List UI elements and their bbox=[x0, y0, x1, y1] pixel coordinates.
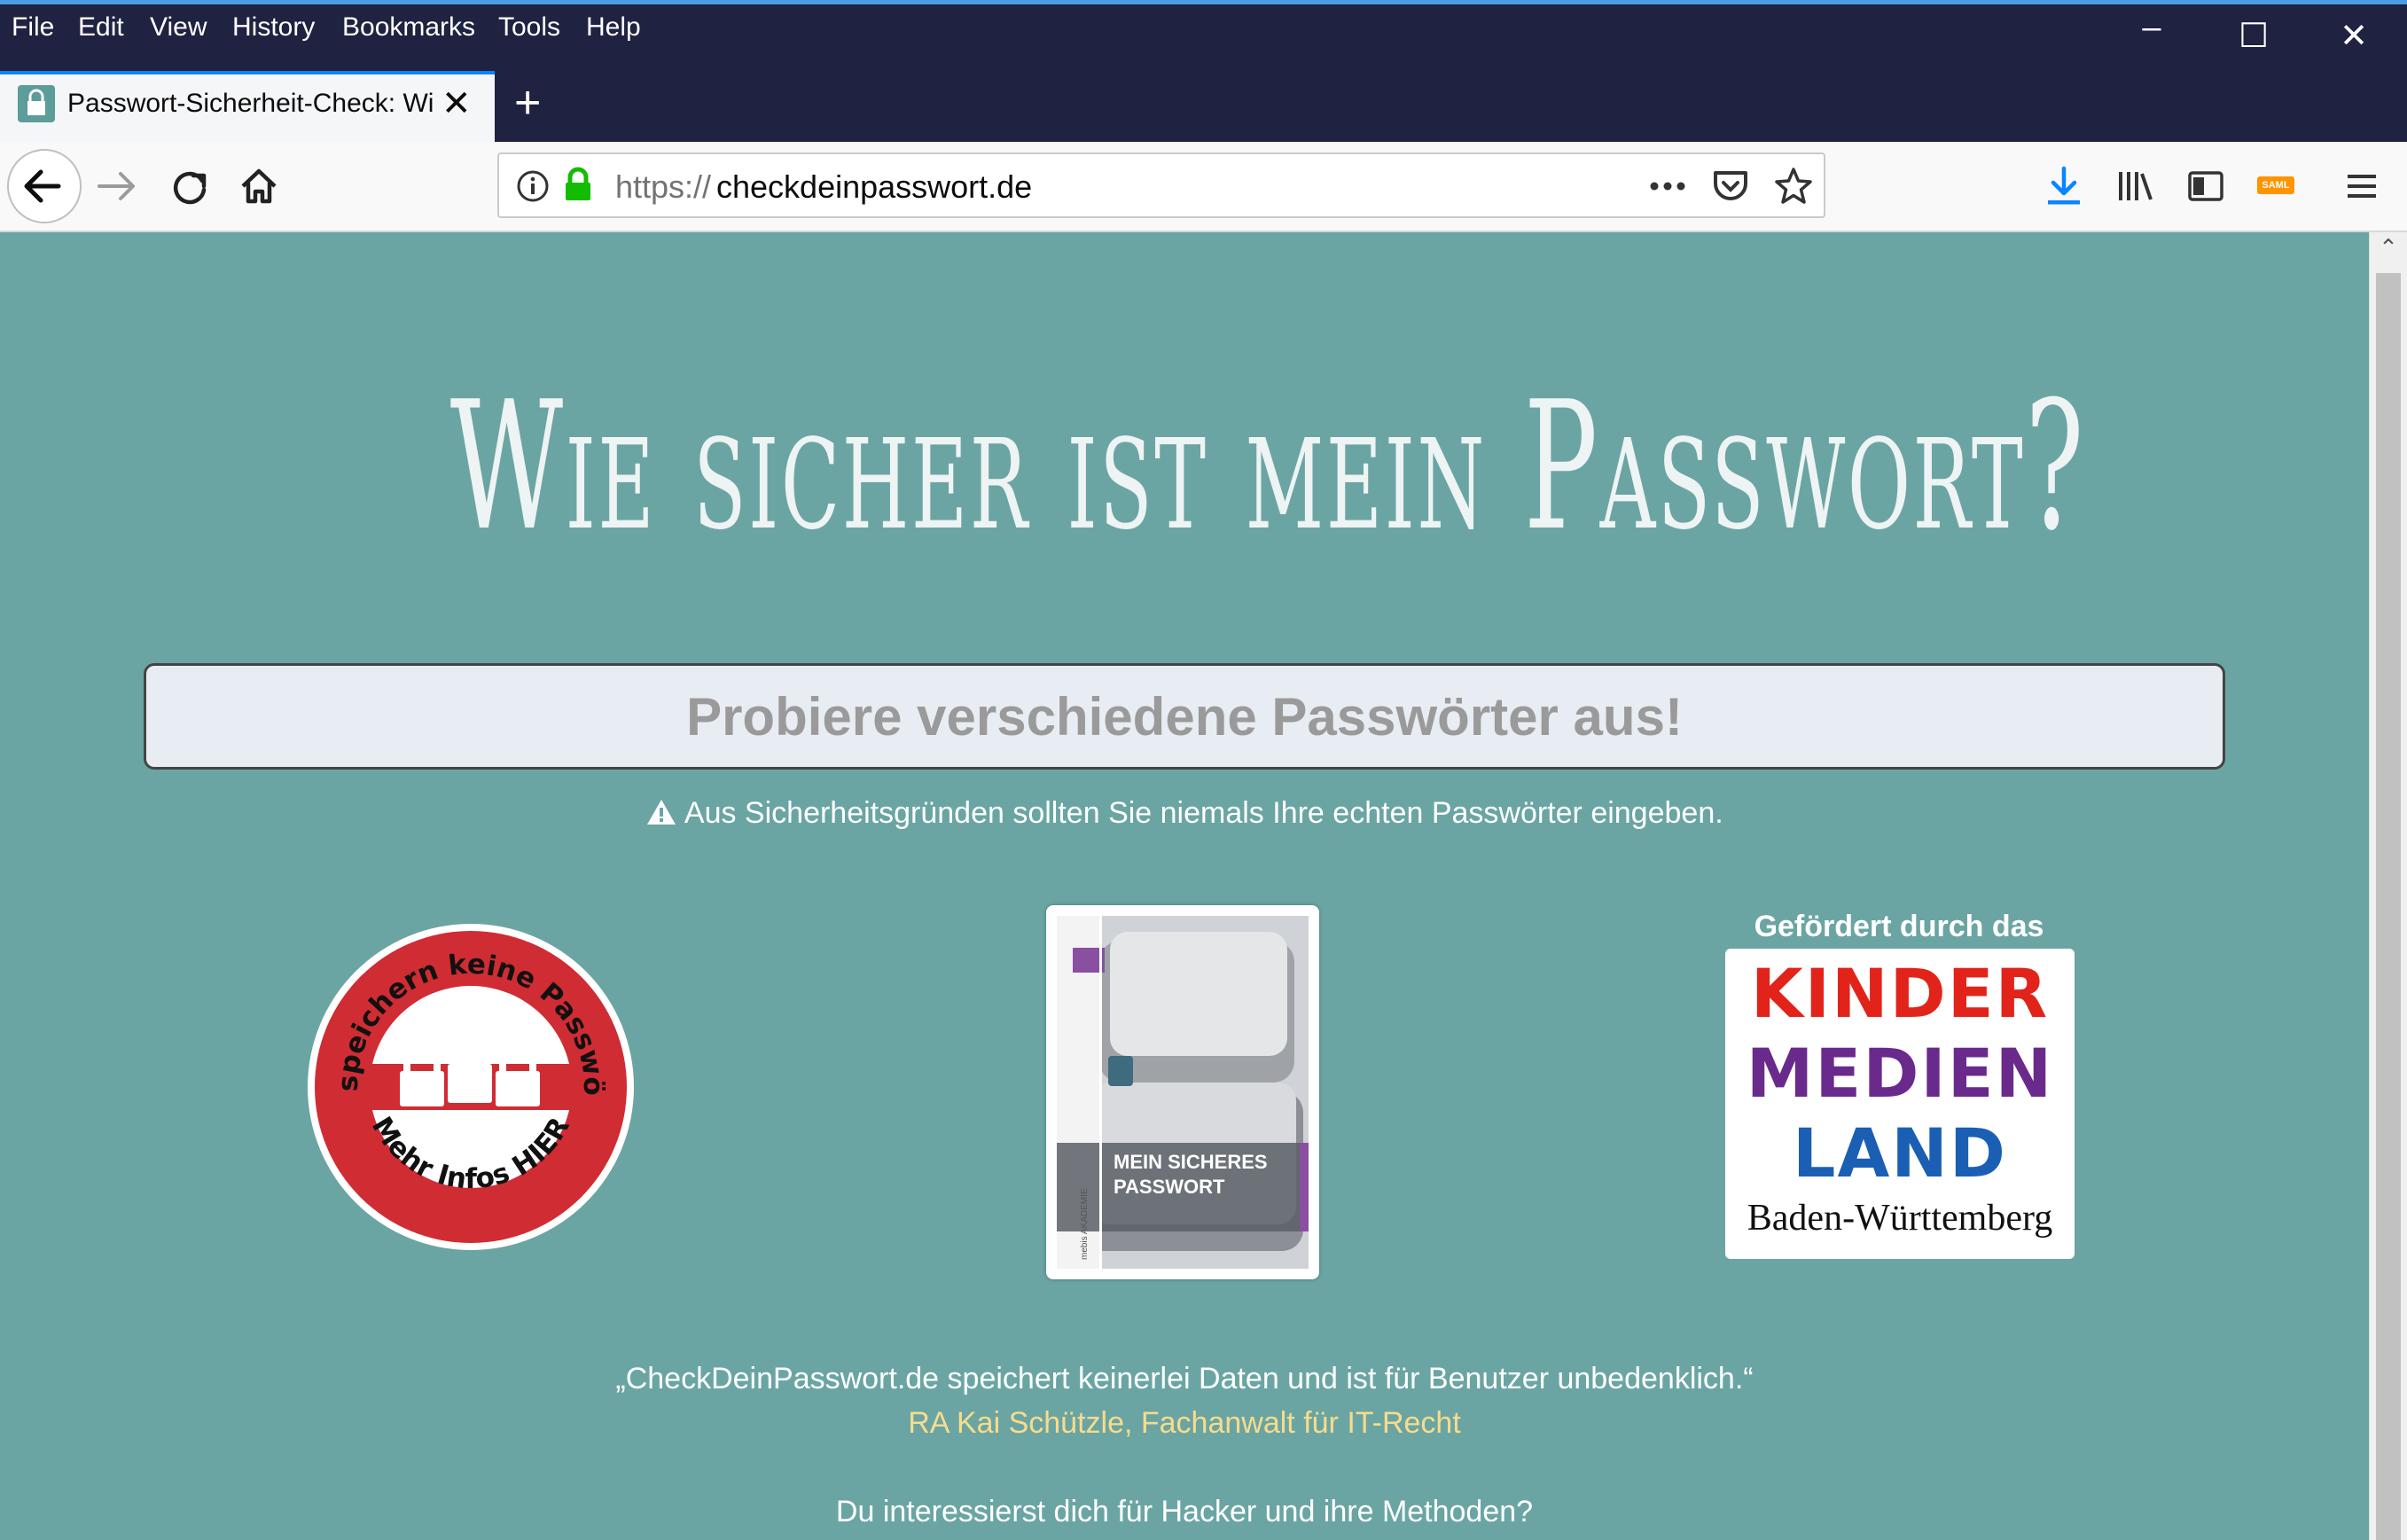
minimize-button[interactable]: – bbox=[2125, 9, 2178, 47]
logo-line-medien: MEDIEN bbox=[1746, 1034, 2054, 1113]
scrollbar-thumb[interactable] bbox=[2376, 273, 2401, 1540]
page-title: Wie sicher ist mein Passwort? bbox=[449, 364, 2087, 570]
security-warning: Aus Sicherheitsgründen sollten Sie niema… bbox=[0, 796, 2369, 831]
saml-icon[interactable]: SAML bbox=[2257, 176, 2294, 194]
menu-icon[interactable] bbox=[2344, 167, 2380, 210]
tab-close-icon[interactable]: ✕ bbox=[442, 83, 472, 124]
lock-icon[interactable] bbox=[560, 167, 596, 207]
maximize-button[interactable]: ☐ bbox=[2227, 16, 2280, 56]
new-tab-button[interactable]: + bbox=[514, 76, 541, 129]
menu-view[interactable]: View bbox=[150, 12, 207, 43]
back-button[interactable] bbox=[7, 149, 82, 223]
logo-line-baden-wuerttemberg: Baden-Württemberg bbox=[1747, 1198, 2053, 1239]
book-cover-mein-sicheres-passwort[interactable]: MEIN SICHERES PASSWORT mebis AKADEMIE bbox=[1046, 905, 1319, 1279]
tab-favicon-lock-icon bbox=[18, 85, 55, 122]
tab-title: Passwort-Sicherheit-Check: Wie sicher is… bbox=[67, 89, 434, 118]
more-icon[interactable] bbox=[1647, 168, 1688, 208]
menu-tools[interactable]: Tools bbox=[498, 12, 560, 43]
home-icon[interactable] bbox=[236, 163, 282, 214]
book-title-line1: MEIN SICHERES bbox=[1114, 1151, 1268, 1173]
forward-icon[interactable] bbox=[94, 163, 140, 214]
library-icon[interactable] bbox=[2115, 167, 2154, 210]
warning-icon bbox=[645, 796, 684, 830]
pocket-icon[interactable] bbox=[1711, 168, 1750, 209]
download-icon[interactable] bbox=[2044, 165, 2083, 212]
sponsor-label: Gefördert durch das bbox=[1754, 910, 2044, 943]
quote-text: „CheckDeinPasswort.de speichert keinerle… bbox=[615, 1362, 1754, 1395]
scroll-up-icon[interactable]: ⌃ bbox=[2372, 234, 2404, 266]
no-storage-badge[interactable]: Wir speichern keine Passwörter Mehr Info… bbox=[291, 897, 636, 1252]
window-top-accent bbox=[0, 0, 2407, 4]
warning-text: Aus Sicherheitsgründen sollten Sie niema… bbox=[684, 796, 1723, 830]
menu-bookmarks[interactable]: Bookmarks bbox=[342, 12, 475, 43]
logo-line-kinder: KINDER bbox=[1750, 954, 2050, 1033]
logo-line-land: LAND bbox=[1793, 1114, 2007, 1192]
book-spine-text: mebis AKADEMIE bbox=[1080, 1188, 1090, 1260]
password-input[interactable] bbox=[144, 663, 2225, 770]
menu-history[interactable]: History bbox=[232, 12, 315, 43]
book-title-line2: PASSWORT bbox=[1114, 1176, 1225, 1198]
star-icon[interactable] bbox=[1773, 166, 1814, 211]
url-host: checkdeinpasswort.de bbox=[716, 168, 1033, 205]
reload-icon[interactable] bbox=[167, 163, 213, 214]
hacker-teaser-text: Du interessierst dich für Hacker und ihr… bbox=[835, 1495, 1534, 1528]
menu-help[interactable]: Help bbox=[586, 12, 641, 43]
sidebar-icon[interactable] bbox=[2186, 168, 2225, 208]
close-window-button[interactable]: ✕ bbox=[2327, 16, 2380, 56]
url-protocol: https:// bbox=[615, 168, 712, 205]
menu-edit[interactable]: Edit bbox=[78, 12, 124, 43]
info-icon[interactable] bbox=[516, 169, 550, 207]
menu-file[interactable]: File bbox=[12, 12, 54, 43]
quote-author-link[interactable]: RA Kai Schützle, Fachanwalt für IT-Recht bbox=[0, 1406, 2369, 1441]
